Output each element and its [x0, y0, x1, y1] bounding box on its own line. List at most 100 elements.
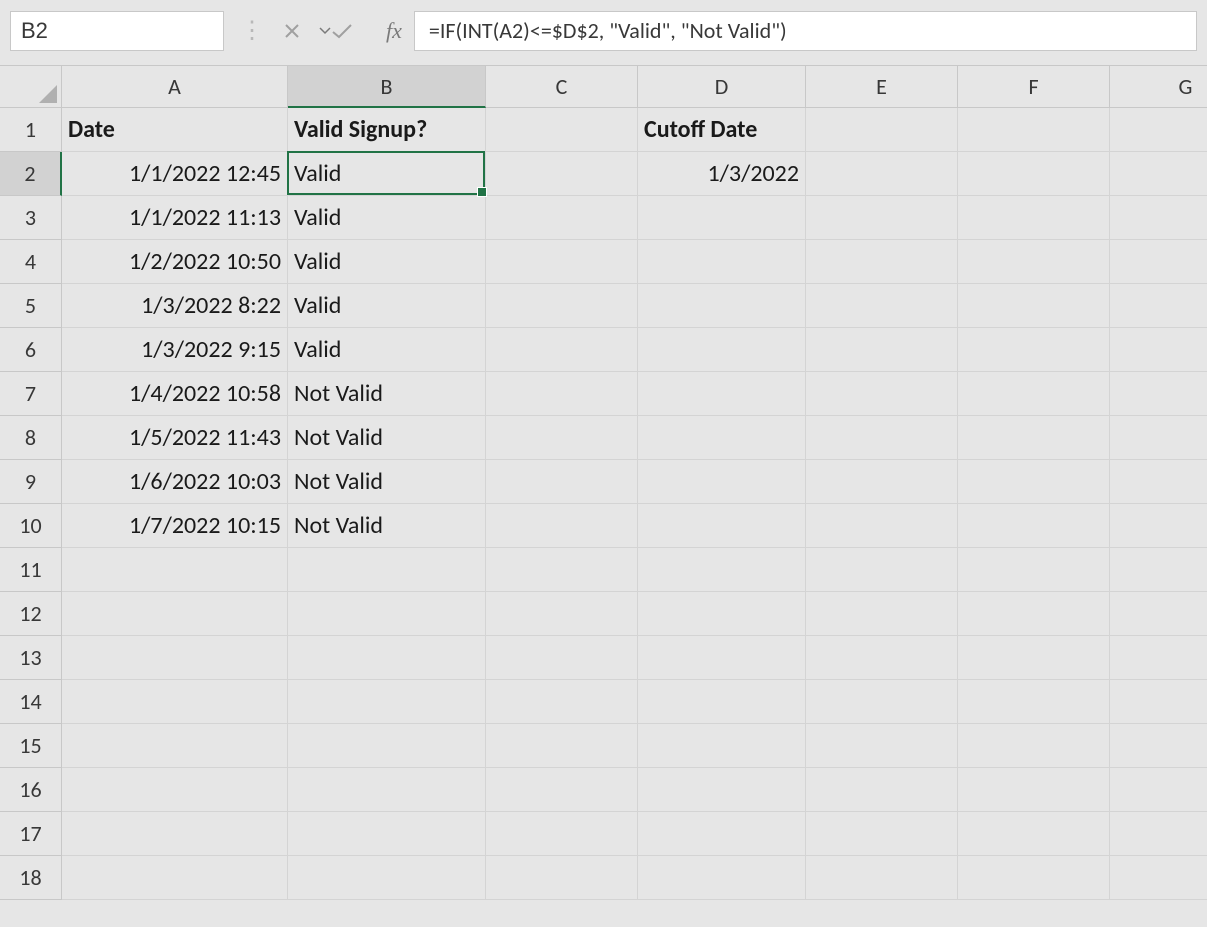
- cell-D12[interactable]: [638, 592, 806, 636]
- cell-E3[interactable]: [806, 196, 958, 240]
- cell-B18[interactable]: [288, 856, 486, 900]
- cell-D6[interactable]: [638, 328, 806, 372]
- cell-F8[interactable]: [958, 416, 1110, 460]
- row-header-9[interactable]: 9: [0, 460, 62, 504]
- cell-E11[interactable]: [806, 548, 958, 592]
- row-header-2[interactable]: 2: [0, 152, 62, 196]
- cell-D13[interactable]: [638, 636, 806, 680]
- row-header-3[interactable]: 3: [0, 196, 62, 240]
- cell-A10[interactable]: 1/7/2022 10:15: [62, 504, 288, 548]
- col-header-G[interactable]: G: [1110, 66, 1207, 108]
- cell-B6[interactable]: Valid: [288, 328, 486, 372]
- cell-C13[interactable]: [486, 636, 638, 680]
- cell-C18[interactable]: [486, 856, 638, 900]
- col-header-F[interactable]: F: [958, 66, 1110, 108]
- cell-A7[interactable]: 1/4/2022 10:58: [62, 372, 288, 416]
- cell-G11[interactable]: [1110, 548, 1207, 592]
- cell-B5[interactable]: Valid: [288, 284, 486, 328]
- cell-E9[interactable]: [806, 460, 958, 504]
- cell-A15[interactable]: [62, 724, 288, 768]
- row-header-16[interactable]: 16: [0, 768, 62, 812]
- cell-G4[interactable]: [1110, 240, 1207, 284]
- cell-C4[interactable]: [486, 240, 638, 284]
- cell-A2[interactable]: 1/1/2022 12:45: [62, 152, 288, 196]
- cell-E18[interactable]: [806, 856, 958, 900]
- cell-D10[interactable]: [638, 504, 806, 548]
- cell-D4[interactable]: [638, 240, 806, 284]
- cell-D1[interactable]: Cutoff Date: [638, 108, 806, 152]
- cell-A12[interactable]: [62, 592, 288, 636]
- row-header-13[interactable]: 13: [0, 636, 62, 680]
- cell-C7[interactable]: [486, 372, 638, 416]
- row-header-1[interactable]: 1: [0, 108, 62, 152]
- cell-E12[interactable]: [806, 592, 958, 636]
- col-header-C[interactable]: C: [486, 66, 638, 108]
- cell-F6[interactable]: [958, 328, 1110, 372]
- row-header-7[interactable]: 7: [0, 372, 62, 416]
- cell-E17[interactable]: [806, 812, 958, 856]
- select-all-corner[interactable]: [0, 66, 62, 108]
- cell-G3[interactable]: [1110, 196, 1207, 240]
- col-header-D[interactable]: D: [638, 66, 806, 108]
- cell-F12[interactable]: [958, 592, 1110, 636]
- cell-F16[interactable]: [958, 768, 1110, 812]
- cell-G1[interactable]: [1110, 108, 1207, 152]
- cell-G9[interactable]: [1110, 460, 1207, 504]
- cell-E4[interactable]: [806, 240, 958, 284]
- cell-B15[interactable]: [288, 724, 486, 768]
- cell-C10[interactable]: [486, 504, 638, 548]
- cell-D17[interactable]: [638, 812, 806, 856]
- cell-F2[interactable]: [958, 152, 1110, 196]
- cell-D15[interactable]: [638, 724, 806, 768]
- cell-F17[interactable]: [958, 812, 1110, 856]
- cell-B17[interactable]: [288, 812, 486, 856]
- cell-C14[interactable]: [486, 680, 638, 724]
- cell-E10[interactable]: [806, 504, 958, 548]
- cell-B2[interactable]: Valid: [288, 152, 486, 196]
- cell-D16[interactable]: [638, 768, 806, 812]
- cell-G10[interactable]: [1110, 504, 1207, 548]
- cell-C2[interactable]: [486, 152, 638, 196]
- formula-input[interactable]: =IF(INT(A2)<=$D$2, "Valid", "Not Valid"): [414, 11, 1197, 51]
- cell-C17[interactable]: [486, 812, 638, 856]
- cell-G12[interactable]: [1110, 592, 1207, 636]
- cell-D7[interactable]: [638, 372, 806, 416]
- cell-G5[interactable]: [1110, 284, 1207, 328]
- fx-icon[interactable]: fx: [386, 18, 402, 44]
- cell-E8[interactable]: [806, 416, 958, 460]
- cell-F5[interactable]: [958, 284, 1110, 328]
- cell-C15[interactable]: [486, 724, 638, 768]
- cell-A18[interactable]: [62, 856, 288, 900]
- row-header-18[interactable]: 18: [0, 856, 62, 900]
- cell-B10[interactable]: Not Valid: [288, 504, 486, 548]
- cell-F14[interactable]: [958, 680, 1110, 724]
- cell-E6[interactable]: [806, 328, 958, 372]
- cell-E16[interactable]: [806, 768, 958, 812]
- cell-B7[interactable]: Not Valid: [288, 372, 486, 416]
- cell-F13[interactable]: [958, 636, 1110, 680]
- row-header-10[interactable]: 10: [0, 504, 62, 548]
- cell-A17[interactable]: [62, 812, 288, 856]
- cell-D18[interactable]: [638, 856, 806, 900]
- cell-E15[interactable]: [806, 724, 958, 768]
- cell-B14[interactable]: [288, 680, 486, 724]
- cell-F1[interactable]: [958, 108, 1110, 152]
- cell-B11[interactable]: [288, 548, 486, 592]
- cell-D8[interactable]: [638, 416, 806, 460]
- row-header-14[interactable]: 14: [0, 680, 62, 724]
- col-header-B[interactable]: B: [288, 66, 486, 108]
- cell-B1[interactable]: Valid Signup?: [288, 108, 486, 152]
- cancel-icon[interactable]: [280, 19, 304, 43]
- cell-G6[interactable]: [1110, 328, 1207, 372]
- row-header-4[interactable]: 4: [0, 240, 62, 284]
- cell-A5[interactable]: 1/3/2022 8:22: [62, 284, 288, 328]
- cell-D9[interactable]: [638, 460, 806, 504]
- cell-G14[interactable]: [1110, 680, 1207, 724]
- cell-F11[interactable]: [958, 548, 1110, 592]
- cell-G2[interactable]: [1110, 152, 1207, 196]
- cell-F10[interactable]: [958, 504, 1110, 548]
- cell-G13[interactable]: [1110, 636, 1207, 680]
- cell-C16[interactable]: [486, 768, 638, 812]
- row-header-12[interactable]: 12: [0, 592, 62, 636]
- cell-C1[interactable]: [486, 108, 638, 152]
